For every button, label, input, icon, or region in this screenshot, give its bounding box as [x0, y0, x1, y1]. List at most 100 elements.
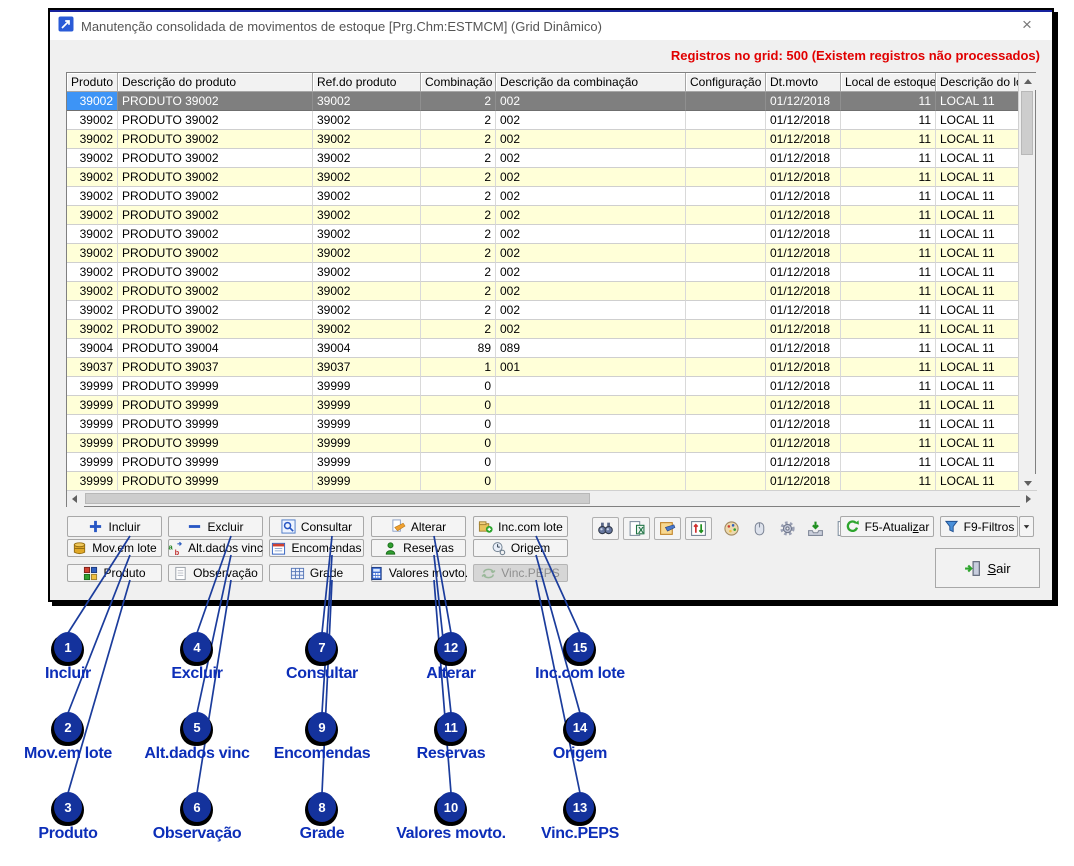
table-row[interactable]: 39002PRODUTO 3900239002200201/12/201811L… [67, 244, 1019, 263]
grid-cell: 39002 [67, 282, 118, 301]
f9-filtros-button[interactable]: F9-Filtros [940, 516, 1018, 537]
grid-cell: 2 [421, 111, 496, 130]
observa-o-button[interactable]: Observação [168, 564, 263, 582]
grid-header-cell[interactable]: Descrição do produto [118, 73, 313, 92]
grid-cell: 11 [841, 415, 936, 434]
grid-header-cell[interactable]: Produto [67, 73, 118, 92]
table-row[interactable]: 39002PRODUTO 3900239002200201/12/201811L… [67, 225, 1019, 244]
person-icon [383, 541, 398, 556]
grid-cell: LOCAL 11 [936, 206, 1019, 225]
excluir-button[interactable]: Excluir [168, 516, 263, 537]
palette-icon [723, 520, 740, 537]
grid-cell: 39002 [313, 301, 421, 320]
produto-button[interactable]: Produto [67, 564, 162, 582]
columns-sort-button[interactable] [685, 517, 712, 540]
grid-cell [686, 377, 766, 396]
ab-arrows-icon: ab [168, 541, 183, 556]
grade-button[interactable]: Grade [269, 564, 364, 582]
gear-button[interactable] [774, 517, 801, 540]
table-row[interactable]: 39002PRODUTO 3900239002200201/12/201811L… [67, 320, 1019, 339]
grid-cell [686, 149, 766, 168]
grid-cell: 39002 [67, 320, 118, 339]
grid-cell: 0 [421, 377, 496, 396]
inc-com-lote-button[interactable]: Inc.com lote [473, 516, 568, 537]
origem-button[interactable]: Origem [473, 539, 568, 557]
table-row[interactable]: 39999PRODUTO 3999939999001/12/201811LOCA… [67, 415, 1019, 434]
grid-cell: LOCAL 11 [936, 168, 1019, 187]
table-row[interactable]: 39999PRODUTO 3999939999001/12/201811LOCA… [67, 472, 1019, 491]
grid-header-cell[interactable]: Combinação [421, 73, 496, 92]
table-row[interactable]: 39002PRODUTO 3900239002200201/12/201811L… [67, 206, 1019, 225]
grid-body: ProdutoDescrição do produtoRef.do produt… [67, 73, 1019, 491]
import-data-button[interactable] [802, 517, 829, 540]
alterar-button[interactable]: Alterar [371, 516, 466, 537]
mouse-button[interactable] [746, 517, 773, 540]
table-row[interactable]: 39999PRODUTO 3999939999001/12/201811LOCA… [67, 453, 1019, 472]
mov-em-lote-button[interactable]: Mov.em lote [67, 539, 162, 557]
grid-cell: 1 [421, 358, 496, 377]
filters-dropdown-button[interactable] [1019, 516, 1034, 537]
table-row[interactable]: 39002PRODUTO 3900239002200201/12/201811L… [67, 168, 1019, 187]
grid-header-cell[interactable]: Configuração [686, 73, 766, 92]
scroll-left-icon[interactable] [67, 491, 84, 507]
close-icon[interactable]: × [1016, 15, 1038, 37]
send-grid-button[interactable] [654, 517, 681, 540]
table-row[interactable]: 39037PRODUTO 3903739037100101/12/201811L… [67, 358, 1019, 377]
horizontal-scrollbar[interactable] [67, 490, 1037, 506]
vertical-scrollbar[interactable] [1018, 73, 1035, 491]
grid-cell: LOCAL 11 [936, 282, 1019, 301]
table-row[interactable]: 39002PRODUTO 3900239002200201/12/201811L… [67, 187, 1019, 206]
grid-header-cell[interactable]: Dt.movto [766, 73, 841, 92]
scroll-down-icon[interactable] [1019, 474, 1036, 491]
grid-header-cell[interactable]: Descrição da combinação [496, 73, 686, 92]
exit-button[interactable]: Sair [935, 548, 1040, 588]
grid-cell: LOCAL 11 [936, 244, 1019, 263]
scroll-up-icon[interactable] [1019, 73, 1036, 90]
hscroll-thumb[interactable] [85, 493, 590, 504]
grid-header-cell[interactable]: Descrição do loca [936, 73, 1019, 92]
grid-header-cell[interactable]: Ref.do produto [313, 73, 421, 92]
grid-header-cell[interactable]: Local de estoque [841, 73, 936, 92]
palette-button[interactable] [718, 517, 745, 540]
binoculars-button[interactable] [592, 517, 619, 540]
grid-cell: 11 [841, 434, 936, 453]
grid-cell: PRODUTO 39002 [118, 320, 313, 339]
svg-text:a: a [169, 542, 174, 551]
grid-cell: PRODUTO 39002 [118, 92, 313, 111]
table-row[interactable]: 39004PRODUTO 39004390048908901/12/201811… [67, 339, 1019, 358]
table-row[interactable]: 39999PRODUTO 3999939999001/12/201811LOCA… [67, 396, 1019, 415]
table-row[interactable]: 39002PRODUTO 3900239002200201/12/201811L… [67, 149, 1019, 168]
encomendas-button[interactable]: Encomendas [269, 539, 364, 557]
grid-cell: PRODUTO 39999 [118, 434, 313, 453]
vscroll-thumb[interactable] [1021, 91, 1033, 155]
grid-cell: 01/12/2018 [766, 187, 841, 206]
callout-circle-15: 15 [566, 632, 594, 662]
table-row[interactable]: 39002PRODUTO 3900239002200201/12/201811L… [67, 263, 1019, 282]
grid-cell: 01/12/2018 [766, 453, 841, 472]
grid-cell: 11 [841, 244, 936, 263]
consultar-button[interactable]: Consultar [269, 516, 364, 537]
table-row[interactable]: 39002PRODUTO 3900239002200201/12/201811L… [67, 111, 1019, 130]
table-row[interactable]: 39999PRODUTO 3999939999001/12/201811LOCA… [67, 377, 1019, 396]
valores-movto-button[interactable]: Valores movto. [371, 564, 466, 582]
scroll-right-icon[interactable] [1020, 491, 1037, 507]
reservas-button[interactable]: Reservas [371, 539, 466, 557]
callout-label-15: Inc.com lote [490, 665, 670, 683]
grid-cell: 39002 [313, 130, 421, 149]
box-plus-icon [478, 519, 493, 534]
excel-export-button[interactable]: X [623, 517, 650, 540]
f5-atualizar-button[interactable]: F5-Atualizar [840, 516, 934, 537]
table-row[interactable]: 39002PRODUTO 3900239002200201/12/201811L… [67, 92, 1019, 111]
vinc-peps-button[interactable]: Vinc.PEPS [473, 564, 568, 582]
table-row[interactable]: 39002PRODUTO 3900239002200201/12/201811L… [67, 282, 1019, 301]
grid-cell: LOCAL 11 [936, 377, 1019, 396]
incluir-button[interactable]: Incluir [67, 516, 162, 537]
table-row[interactable]: 39002PRODUTO 3900239002200201/12/201811L… [67, 130, 1019, 149]
grid-cell: PRODUTO 39002 [118, 187, 313, 206]
grid-cell [496, 377, 686, 396]
grid-cell: 39999 [313, 415, 421, 434]
table-row[interactable]: 39999PRODUTO 3999939999001/12/201811LOCA… [67, 434, 1019, 453]
table-row[interactable]: 39002PRODUTO 3900239002200201/12/201811L… [67, 301, 1019, 320]
alt-dados-vinc-button[interactable]: abAlt.dados vinc [168, 539, 263, 557]
grid-cell: 11 [841, 282, 936, 301]
